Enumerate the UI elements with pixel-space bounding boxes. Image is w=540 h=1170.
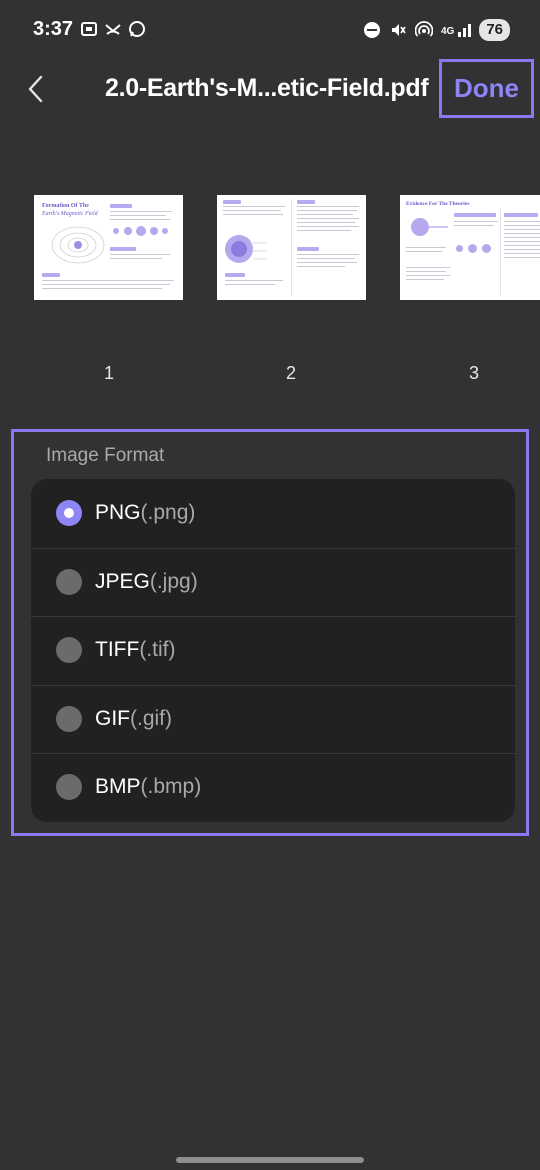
battery-indicator: 76 [479, 19, 510, 41]
format-option-png[interactable]: PNG(.png) [31, 479, 515, 548]
thumbnail-subheading: Earth's Magnetic Field [42, 211, 98, 217]
file-title: 2.0-Earth's-M...etic-Field.pdf [105, 74, 429, 102]
format-option-gif[interactable]: GIF(.gif) [31, 684, 515, 754]
format-extension: (.gif) [130, 706, 172, 730]
screenshot-icon [81, 22, 97, 36]
format-name: JPEG [95, 569, 150, 593]
radio-button[interactable] [56, 705, 82, 732]
image-format-label: Image Format [46, 445, 165, 466]
home-indicator[interactable] [176, 1157, 364, 1163]
thumbnail-heading: Evidence For The Theories [406, 201, 470, 207]
mute-icon [391, 24, 406, 36]
whatsapp-icon [129, 21, 145, 37]
status-time: 3:37 [33, 18, 74, 40]
format-option-jpeg[interactable]: JPEG(.jpg) [31, 547, 515, 617]
format-name: TIFF [95, 638, 140, 662]
thumbnail-heading: Formation Of The [42, 203, 89, 209]
done-button[interactable]: Done [439, 59, 534, 118]
page-number-1: 1 [103, 363, 114, 383]
format-name: PNG [95, 501, 141, 525]
top-app-bar: 2.0-Earth's-M...etic-Field.pdf Done [0, 58, 540, 120]
format-extension: (.png) [140, 501, 196, 525]
image-format-section: Image Format PNG(.png) JPEG(.jpg) TIFF(.… [11, 429, 529, 836]
network-label: 4G [440, 25, 455, 37]
status-right-icons: 4G 76 [363, 19, 510, 41]
format-extension: (.tif) [139, 638, 176, 662]
earth-core-diagram [225, 235, 267, 263]
format-name: GIF [95, 706, 130, 730]
radio-button[interactable] [56, 637, 82, 664]
do-not-disturb-icon [363, 22, 380, 38]
4g-signal-icon: 4G [440, 23, 472, 37]
missed-call-icon [105, 24, 121, 35]
hotspot-icon [414, 21, 433, 37]
status-left-icons [80, 20, 146, 38]
page-thumbnail-2[interactable] [217, 195, 366, 300]
radio-button[interactable] [56, 774, 82, 801]
image-format-list: PNG(.png) JPEG(.jpg) TIFF(.tif) GIF(.gif… [31, 479, 515, 822]
format-option-tiff[interactable]: TIFF(.tif) [31, 616, 515, 685]
format-extension: (.jpg) [149, 569, 198, 593]
magnetic-field-diagram [51, 226, 105, 264]
chevron-left-icon [28, 75, 43, 103]
field-lines-diagram [411, 218, 448, 236]
page-thumbnail-3[interactable]: Evidence For The Theories [400, 195, 540, 300]
format-extension: (.bmp) [140, 775, 202, 799]
back-button[interactable] [18, 72, 52, 106]
page-thumbnail-1[interactable]: Formation Of The Earth's Magnetic Field [34, 195, 183, 300]
format-name: BMP [95, 775, 141, 799]
radio-button[interactable] [56, 568, 82, 595]
format-option-bmp[interactable]: BMP(.bmp) [31, 753, 515, 822]
status-bar: 3:37 4G 76 [0, 0, 540, 62]
page-thumbnails: Formation Of The Earth's Magnetic Field … [0, 195, 540, 395]
radio-button-selected[interactable] [56, 500, 82, 527]
page-number-3: 3 [468, 363, 479, 383]
page-number-2: 2 [285, 363, 296, 383]
